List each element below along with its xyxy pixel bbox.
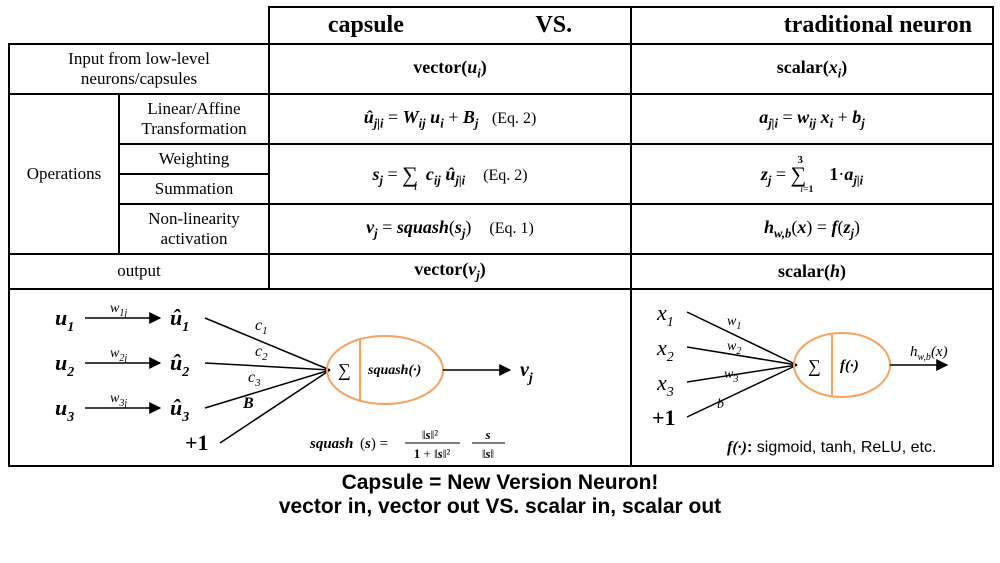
caption: Capsule = New Version Neuron! vector in,…	[8, 471, 992, 519]
row-ws-capsule: sj = ∑i cij ûj|i (Eq. 2)	[269, 144, 631, 204]
neu-out: hw,b(x)	[910, 344, 948, 363]
row-affine-neuron: aj|i = wij xi + bj	[631, 94, 993, 144]
svg-text:‖s‖: ‖s‖	[482, 446, 494, 461]
cap-u1: u1	[55, 305, 74, 335]
header-vs: VS.	[535, 12, 572, 38]
row-nonlinearity-label: Non-linearityactivation	[119, 204, 269, 254]
row-weighting-label: Weighting	[119, 144, 269, 174]
svg-text:1 + ‖s‖²: 1 + ‖s‖²	[414, 446, 451, 461]
diagram-capsule: u1 u2 u3 w1j w2j w3j û1 û2 û3 +1	[9, 289, 631, 466]
svg-text:‖s‖²: ‖s‖²	[422, 427, 438, 442]
cap-u3: u3	[55, 395, 74, 425]
cap-squash-eq: squash (s) = ‖s‖² 1 + ‖s‖² s ‖s‖	[309, 427, 505, 461]
cap-c3: c3	[248, 369, 261, 389]
row-input-label: Input from low-levelneurons/capsules	[9, 44, 269, 94]
neu-bias: +1	[652, 405, 676, 430]
row-nonlinearity-capsule: vj = squash(sj) (Eq. 1)	[269, 204, 631, 254]
row-output-neuron: scalar(h)	[631, 254, 993, 289]
row-output-label: output	[9, 254, 269, 289]
comparison-table: capsule VS. traditional neuron Input fro…	[8, 6, 994, 467]
neu-b: b	[717, 397, 724, 412]
cap-w2j: w2j	[110, 346, 127, 364]
neu-x1: x1	[656, 300, 674, 330]
cap-c1: c1	[255, 317, 268, 337]
cap-c2: c2	[255, 343, 268, 363]
cap-bias: +1	[185, 430, 209, 455]
cap-sigma: ∑	[338, 360, 351, 380]
row-input-neuron: scalar(xi)	[631, 44, 993, 94]
header-neuron: traditional neuron	[631, 7, 993, 44]
svg-text:s: s	[484, 427, 490, 442]
row-summation-label: Summation	[119, 174, 269, 204]
svg-text:squash: squash	[309, 436, 353, 452]
neu-f: f(·)	[840, 358, 859, 374]
cap-uhat3: û3	[170, 395, 189, 425]
cap-uhat1: û1	[170, 305, 189, 335]
cap-squash: squash(·)	[367, 363, 421, 378]
cap-vj: vj	[520, 359, 533, 386]
neu-note: f(·): sigmoid, tanh, ReLU, etc.	[727, 439, 936, 456]
header-capsule: capsule VS.	[269, 7, 631, 44]
cap-w3j: w3j	[110, 391, 127, 409]
neu-x2: x2	[656, 335, 674, 365]
row-input-capsule: vector(ui)	[269, 44, 631, 94]
row-output-capsule: vector(vj)	[269, 254, 631, 289]
svg-text:(s) =: (s) =	[360, 436, 388, 452]
cap-w1j: w1j	[110, 301, 127, 319]
neu-w1: w1	[727, 314, 741, 332]
row-affine-capsule: ûj|i = Wij ui + Bj (Eq. 2)	[269, 94, 631, 144]
cap-u2: u2	[55, 350, 74, 380]
neu-sigma: ∑	[808, 356, 821, 376]
neu-x3: x3	[656, 370, 674, 400]
cap-uhat2: û2	[170, 350, 189, 380]
neu-w3: w3	[724, 367, 738, 385]
row-operations-label: Operations	[9, 94, 119, 254]
row-ws-neuron: zj = ∑i=13 1·aj|i	[631, 144, 993, 204]
row-nonlinearity-neuron: hw,b(x) = f(zj)	[631, 204, 993, 254]
diagram-neuron: x1 x2 x3 +1 w1 w2 w3 b ∑ f(·) hw,b(x) f(…	[631, 289, 993, 466]
cap-B: B	[242, 395, 254, 412]
row-affine-label: Linear/AffineTransformation	[119, 94, 269, 144]
